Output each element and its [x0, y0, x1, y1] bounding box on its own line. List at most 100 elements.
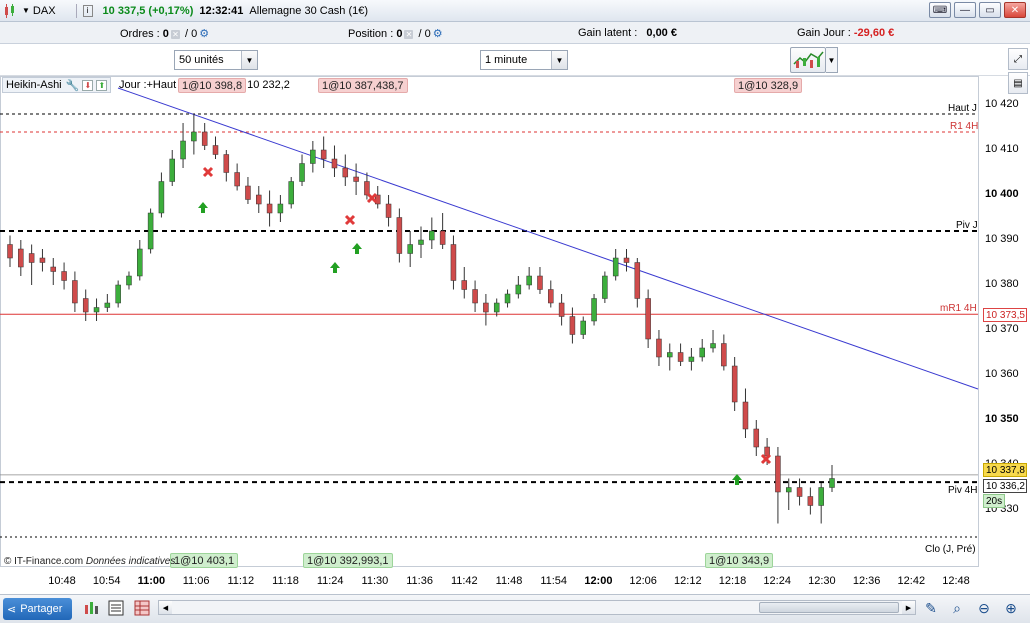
symbol-dropdown[interactable]: ▼ DAX	[22, 5, 56, 17]
candle-body	[18, 248, 24, 268]
trend-line	[117, 87, 979, 390]
level-label-piv-j: Piv J	[956, 220, 978, 231]
x-axis-tick: 12:18	[718, 575, 747, 587]
close-button[interactable]: ✕	[1004, 2, 1026, 18]
level-label-mr1-4h: mR1 4H	[940, 303, 977, 314]
day-gain-label: Gain Jour :	[797, 27, 851, 39]
candle-body	[742, 401, 749, 430]
price-chart[interactable]	[0, 76, 1030, 594]
candle-body	[537, 275, 543, 290]
order-tag-tail: 93,1	[367, 555, 389, 567]
candle-body	[580, 320, 586, 335]
gear-icon[interactable]: ⚙	[199, 27, 209, 40]
bottom-toolbar: ⋖ Partager ◀ ▶ ✎ ⌕ ⊖ ⊕	[0, 594, 1030, 623]
grid-icon[interactable]	[134, 600, 150, 616]
candle-body	[374, 194, 381, 205]
buy-arrow-icon[interactable]: ⬆	[96, 79, 108, 91]
close-icon[interactable]: ✕	[170, 30, 180, 39]
scroll-left-button[interactable]: ◀	[159, 601, 172, 614]
trading-app: ▼ DAX i 10 337,5 (+0,17%) 12:32:41 Allem…	[0, 0, 1030, 623]
info-icon[interactable]: i	[82, 4, 93, 17]
candle-chart-icon	[4, 3, 16, 18]
gear-icon[interactable]: ⚙	[433, 27, 443, 40]
indicator-bar: Heikin-Ashi 🔧 ⬇ ⬆	[2, 77, 112, 93]
zoom-in-icon[interactable]: ⊕	[1002, 599, 1020, 617]
maximize-button[interactable]: ▭	[979, 2, 1001, 18]
x-axis-tick: 11:54	[540, 575, 568, 587]
x-axis-tick: 10:48	[48, 575, 76, 587]
buy-signal-icon	[198, 202, 208, 213]
candle-body	[645, 298, 651, 340]
candle-body	[396, 217, 403, 254]
candle-body	[656, 338, 662, 358]
chevron-down-icon[interactable]: ▼	[826, 47, 838, 73]
buy-order-tag[interactable]: 1@10 403,1	[170, 553, 239, 568]
list-icon[interactable]	[108, 600, 124, 616]
copyright-note: © IT-Finance.com Données indicatives	[4, 556, 175, 567]
y-axis-tick: 10 380	[985, 278, 1019, 290]
candle-body	[93, 307, 100, 313]
buy-order-tag[interactable]: 1@10 343,9	[705, 553, 774, 568]
horizontal-scrollbar[interactable]: ◀ ▶	[158, 600, 916, 615]
buy-signal-icon	[352, 243, 362, 254]
sell-order-tag[interactable]: 1@10 328,9	[734, 78, 803, 93]
buy-order-tag[interactable]: 1@10 392,993,1	[303, 553, 393, 568]
candle-body	[602, 275, 608, 299]
candle-body	[634, 262, 641, 299]
level-label-clo: Clo (J, Pré)	[925, 544, 976, 555]
panel-icon[interactable]: ▤	[1008, 72, 1028, 94]
sell-signal-icon	[202, 166, 214, 178]
zoom-out-icon[interactable]: ⊖	[975, 599, 993, 617]
countdown-badge: 20s	[983, 494, 1005, 508]
quantity-value: 50 unités	[179, 54, 224, 66]
close-icon[interactable]: ✕	[404, 30, 414, 39]
candle-body	[50, 266, 57, 272]
wrench-icon[interactable]: 🔧	[66, 79, 80, 92]
x-axis-tick: 12:06	[629, 575, 657, 587]
candle-body	[364, 181, 370, 196]
scroll-thumb[interactable]	[759, 602, 899, 613]
candle-body	[61, 271, 67, 281]
scroll-right-button[interactable]: ▶	[902, 601, 915, 614]
quantity-select[interactable]: 50 unités ▼	[174, 50, 258, 70]
candle-body	[785, 487, 792, 493]
bar-chart-icon[interactable]	[84, 600, 100, 616]
sell-arrow-icon[interactable]: ⬇	[82, 79, 94, 91]
window-controls: ⌨ — ▭ ✕	[929, 2, 1026, 18]
candle-body	[807, 496, 814, 506]
x-axis-tick: 11:12	[227, 575, 255, 587]
share-button[interactable]: ⋖ Partager	[3, 598, 72, 620]
latent-gain-info: Gain latent : 0,00 €	[578, 27, 677, 39]
candle-body	[115, 284, 121, 304]
candle-body	[439, 230, 446, 245]
candle-body	[72, 280, 78, 304]
candle-body	[418, 239, 424, 245]
copyright-disclaimer: Données indicatives	[85, 556, 176, 567]
candle-body	[245, 185, 251, 200]
expand-icon[interactable]: ⤢	[1008, 48, 1028, 70]
sell-order-tag[interactable]: 1@10 387,438,7	[318, 78, 408, 93]
price-change: 10 337,5 (+0,17%)	[102, 4, 194, 17]
candle-body	[39, 257, 46, 263]
x-axis-tick: 10:54	[92, 575, 121, 587]
chart-type-icon	[793, 51, 824, 68]
sell-signal-icon	[344, 214, 356, 226]
candle-body	[461, 280, 468, 290]
chart-type-button[interactable]	[790, 47, 826, 73]
minimize-button[interactable]: —	[954, 2, 976, 18]
zoom-fit-icon[interactable]: ⌕	[948, 599, 966, 617]
x-axis-tick: 11:06	[182, 575, 210, 587]
position-info: Position : 0 ✕ / 0 ⚙	[348, 27, 443, 40]
draw-tool-icon[interactable]: ✎	[922, 599, 940, 617]
candle-body	[504, 293, 511, 304]
keyboard-icon[interactable]: ⌨	[929, 2, 951, 18]
x-axis-tick: 11:30	[361, 575, 389, 587]
day-gain-value: -29,60 €	[853, 27, 895, 39]
interval-select[interactable]: 1 minute ▼	[480, 50, 568, 70]
sell-order-tag[interactable]: 1@10 398,8	[178, 78, 247, 93]
order-tag-text: 1@10 392,9	[307, 555, 368, 567]
candle-body	[569, 316, 576, 335]
candle-body	[515, 284, 522, 295]
latent-gain-label: Gain latent :	[578, 27, 638, 39]
current-price-badge: 10 337,8	[983, 463, 1027, 477]
